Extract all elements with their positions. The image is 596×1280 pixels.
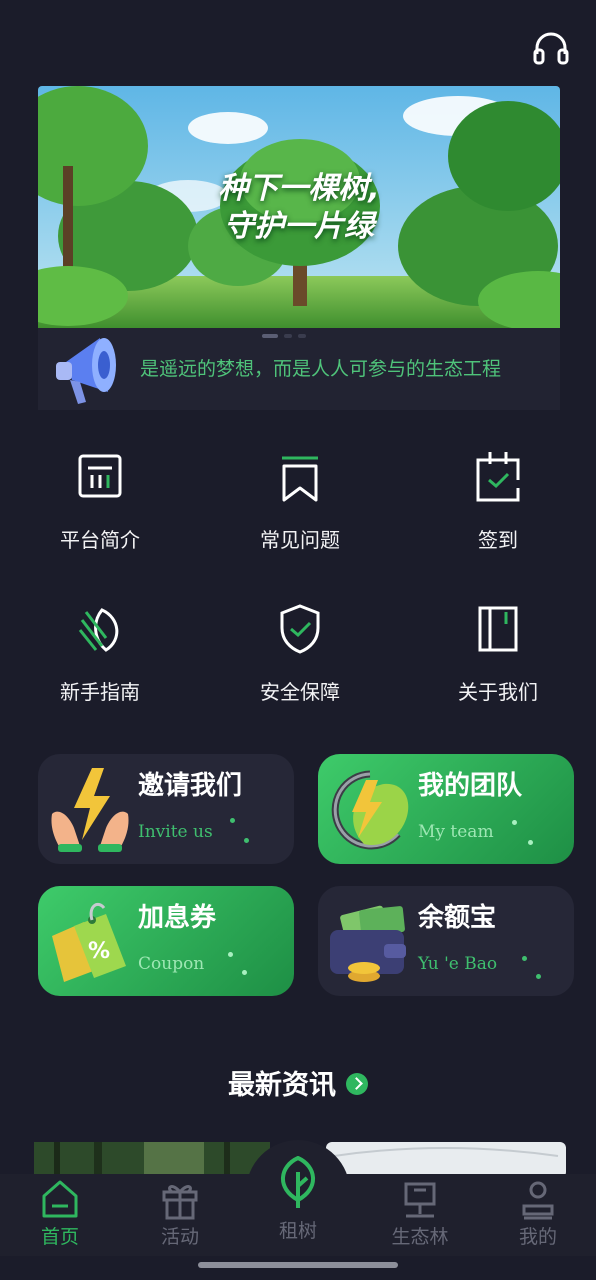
bottom-tab-bar: 首页 活动 租树 生态林 我的 [0, 1156, 596, 1256]
headset-icon[interactable] [532, 30, 570, 68]
invite-card[interactable]: 邀请我们 Invite us [38, 754, 294, 864]
banner-title-line1: 种下一棵树, [218, 171, 380, 206]
shield-check-icon [280, 604, 320, 654]
team-leaf-lightning-icon [331, 770, 409, 850]
tab-label: 租树 [278, 1220, 317, 1242]
banner-pagination [262, 334, 306, 338]
coupon-card[interactable]: % 加息券 Coupon [38, 886, 294, 996]
card-subtitle: My team [418, 822, 494, 842]
news-section-header[interactable]: 最新资讯 [0, 1066, 596, 1106]
sparkle [228, 952, 233, 957]
sparkle [244, 838, 249, 843]
menu-item-check-in[interactable]: 签到 [398, 440, 596, 570]
pagination-dot[interactable] [284, 334, 292, 338]
card-title: 邀请我们 [138, 771, 243, 801]
bookmark-icon [282, 456, 318, 502]
hero-banner[interactable]: 种下一棵树, 守护一片绿 [38, 86, 560, 328]
news-heading: 最新资讯 [228, 1070, 336, 1101]
gift-icon [162, 1185, 198, 1220]
sparkle [242, 970, 247, 975]
menu-item-platform-intro[interactable]: 平台简介 [0, 440, 200, 570]
platform-intro-icon [78, 454, 122, 498]
tab-profile[interactable]: 我的 [488, 1174, 588, 1256]
card-subtitle: Coupon [138, 954, 205, 974]
leaf-guide-icon [78, 608, 119, 652]
top-bar [0, 0, 596, 84]
menu-item-faq[interactable]: 常见问题 [200, 440, 400, 570]
menu-label: 安全保障 [260, 680, 340, 704]
menu-item-about-us[interactable]: 关于我们 [398, 592, 596, 722]
tab-label: 活动 [160, 1226, 199, 1248]
card-subtitle: Invite us [138, 822, 213, 842]
menu-label: 新手指南 [60, 680, 140, 704]
card-title: 加息券 [138, 903, 217, 933]
sparkle [512, 820, 517, 825]
tab-activities[interactable]: 活动 [130, 1174, 230, 1256]
yuebao-card[interactable]: 余额宝 Yu 'e Bao [318, 886, 574, 996]
system-bottom-area [0, 1256, 596, 1280]
sparkle [230, 818, 235, 823]
menu-item-beginner-guide[interactable]: 新手指南 [0, 592, 200, 722]
wallet-money-icon [330, 905, 406, 982]
notice-marquee[interactable]: 是遥远的梦想，而是人人可参与的生态工程 [38, 328, 560, 410]
tab-label: 首页 [40, 1226, 79, 1248]
home-indicator[interactable] [198, 1262, 398, 1268]
menu-label: 关于我们 [458, 680, 538, 704]
menu-label: 常见问题 [260, 528, 340, 552]
notice-text: 是遥远的梦想，而是人人可参与的生态工程 [140, 358, 502, 380]
forest-board-icon [404, 1182, 436, 1218]
check-in-icon [476, 452, 520, 502]
sparkle [522, 956, 527, 961]
menu-label: 签到 [478, 528, 518, 552]
card-subtitle: Yu 'e Bao [418, 954, 498, 974]
tab-eco-forest[interactable]: 生态林 [370, 1174, 470, 1256]
about-book-icon [478, 606, 518, 652]
menu-label: 平台简介 [60, 528, 140, 552]
tab-rent-tree[interactable]: 租树 [248, 1156, 348, 1256]
menu-item-security[interactable]: 安全保障 [200, 592, 400, 722]
coupon-tag-icon: % [52, 903, 126, 982]
banner-title: 种下一棵树, 守护一片绿 [38, 170, 560, 246]
pagination-dot[interactable] [298, 334, 306, 338]
megaphone-icon [56, 338, 116, 404]
tab-home[interactable]: 首页 [10, 1174, 110, 1256]
card-title: 我的团队 [418, 771, 523, 801]
chevron-right-icon[interactable] [346, 1072, 368, 1095]
pagination-dot[interactable] [262, 334, 278, 338]
svg-text:%: % [88, 939, 110, 964]
tab-label: 我的 [518, 1226, 557, 1248]
sparkle [528, 840, 533, 845]
profile-icon [522, 1181, 554, 1220]
team-card[interactable]: 我的团队 My team [318, 754, 574, 864]
tree-icon [281, 1156, 315, 1208]
home-icon [42, 1180, 78, 1218]
sparkle [536, 974, 541, 979]
banner-title-line2: 守护一片绿 [224, 209, 374, 244]
invite-hands-lightning-icon [51, 768, 129, 852]
tab-label: 生态林 [391, 1226, 449, 1248]
card-title: 余额宝 [418, 903, 497, 933]
